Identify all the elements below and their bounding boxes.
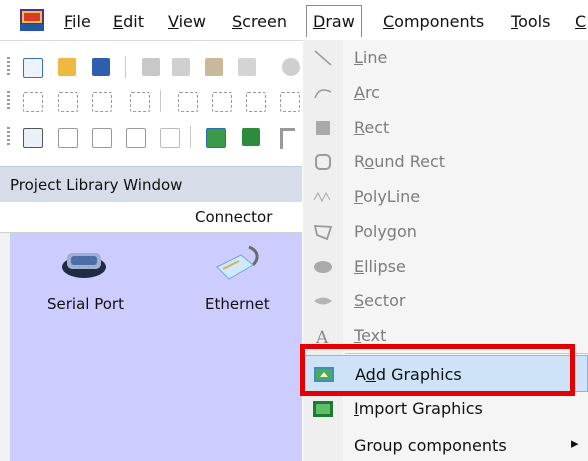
ethernet-item[interactable]: Ethernet [175, 243, 275, 323]
menu-screen[interactable]: Screen [232, 12, 287, 32]
menu-file[interactable]: File [64, 12, 91, 32]
cut-icon[interactable] [142, 58, 160, 76]
project-library-body: Serial Port Ethernet [10, 233, 302, 461]
delete-icon[interactable] [282, 58, 300, 76]
nkc-logo-icon [20, 9, 44, 31]
text-icon: A [313, 327, 333, 348]
toolbar-align [0, 84, 302, 118]
polyline-icon [313, 188, 333, 206]
serial-port-item[interactable]: Serial Port [35, 243, 135, 323]
menu-bar: File Edit View Screen Draw Components To… [0, 0, 588, 41]
menu-item-polyline[interactable]: PolyLine [303, 180, 588, 214]
paste-icon[interactable] [205, 58, 223, 76]
music-note-icon[interactable] [280, 128, 295, 149]
polygon-icon [313, 223, 333, 241]
project-library-title: Project Library Window [0, 166, 302, 202]
round-rect-icon [313, 153, 333, 171]
menu-item-sector[interactable]: Sector [303, 284, 588, 318]
matrix-icon[interactable] [92, 128, 112, 148]
image-icon[interactable] [242, 128, 260, 146]
highlight-box [300, 344, 575, 396]
toolbar-grip[interactable] [7, 57, 10, 77]
menu-draw[interactable]: Draw [306, 5, 362, 37]
menu-item-rect[interactable]: Rect [303, 111, 588, 145]
line-icon [313, 49, 333, 67]
menu-more[interactable]: C [575, 12, 586, 32]
duplicate-icon[interactable] [238, 58, 256, 76]
toolbar-grip[interactable] [7, 91, 10, 111]
menu-view[interactable]: View [168, 12, 206, 32]
grid-icon[interactable] [58, 128, 78, 148]
menu-tools[interactable]: Tools [511, 12, 550, 32]
submenu-arrow-icon: ▸ [571, 434, 579, 452]
align-top-icon[interactable] [92, 92, 112, 112]
serial-port-label: Serial Port [47, 295, 124, 313]
menu-item-line[interactable]: Line [303, 41, 588, 75]
menu-item-import-graphics[interactable]: Import Graphics [303, 392, 588, 426]
toolbar-file [0, 50, 302, 84]
menu-item-round-rect[interactable]: Round Rect [303, 145, 588, 179]
box-icon[interactable] [160, 128, 180, 148]
align-right-icon[interactable] [58, 92, 78, 112]
panel-edge [0, 233, 10, 461]
align-hcenter-icon[interactable] [178, 92, 198, 112]
save-icon[interactable] [92, 58, 110, 76]
rect-icon [313, 119, 333, 137]
menu-components[interactable]: Components [383, 12, 484, 32]
same-width-icon[interactable] [246, 92, 266, 112]
same-height-icon[interactable] [280, 92, 300, 112]
menu-item-arc[interactable]: Arc [303, 76, 588, 110]
toolbar-separator [160, 90, 161, 112]
ethernet-icon [213, 243, 265, 283]
project-library-tabs: Connector [0, 202, 302, 233]
menu-item-group-components[interactable]: Group components ▸ [303, 428, 588, 461]
table-icon[interactable] [23, 128, 43, 148]
arc-icon [313, 84, 333, 102]
add-image-icon[interactable] [206, 128, 226, 148]
toolbar-separator [125, 56, 126, 78]
align-vcenter-icon[interactable] [212, 92, 232, 112]
menu-item-ellipse[interactable]: Ellipse [303, 250, 588, 284]
toolbar-grip[interactable] [7, 127, 10, 147]
menu-item-polygon[interactable]: Polygon [303, 215, 588, 249]
toolbar-components [0, 120, 302, 154]
align-bottom-icon[interactable] [130, 92, 150, 112]
new-file-icon[interactable] [23, 58, 43, 78]
serial-port-icon [61, 247, 107, 279]
sector-icon [313, 292, 333, 310]
copy-icon[interactable] [172, 58, 190, 76]
keypad-icon[interactable] [126, 128, 146, 148]
svg-text:A: A [315, 328, 329, 345]
toolbar-separator [190, 126, 191, 148]
tab-connector[interactable]: Connector [195, 208, 272, 226]
ethernet-label: Ethernet [205, 295, 270, 313]
ellipse-icon [313, 258, 333, 276]
menu-edit[interactable]: Edit [113, 12, 144, 32]
open-folder-icon[interactable] [58, 58, 76, 76]
align-left-icon[interactable] [23, 92, 43, 112]
import-graphics-icon [313, 400, 333, 418]
